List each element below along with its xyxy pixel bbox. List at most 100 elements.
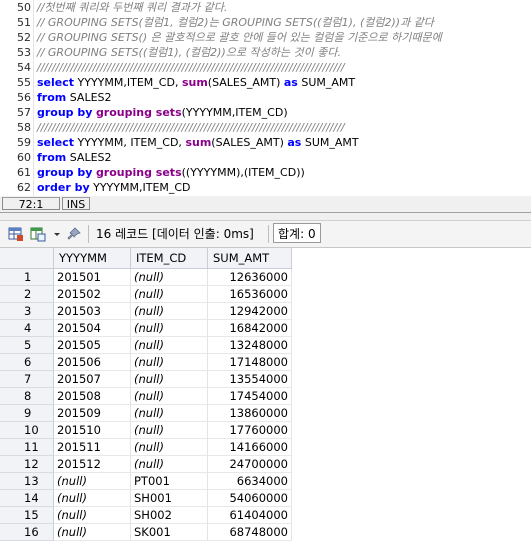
cell-item-cd[interactable]: (null) bbox=[131, 388, 208, 405]
table-row[interactable]: 7 201507 (null) 13554000 bbox=[0, 371, 300, 388]
row-number[interactable]: 13 bbox=[0, 473, 54, 490]
cell-item-cd[interactable]: (null) bbox=[131, 303, 208, 320]
cell-item-cd[interactable]: (null) bbox=[131, 269, 208, 286]
cell-yyyymm[interactable]: 201509 bbox=[54, 405, 131, 422]
cell-sum-amt[interactable]: 17454000 bbox=[208, 388, 292, 405]
row-number[interactable]: 15 bbox=[0, 507, 54, 524]
table-row[interactable]: 12 201512 (null) 24700000 bbox=[0, 456, 300, 473]
cell-yyyymm[interactable]: 201507 bbox=[54, 371, 131, 388]
cell-item-cd[interactable]: (null) bbox=[131, 371, 208, 388]
cell-yyyymm[interactable]: 201508 bbox=[54, 388, 131, 405]
code-line[interactable]: 59 select YYYYMM, ITEM_CD, sum(SALES_AMT)… bbox=[0, 135, 531, 150]
table-row[interactable]: 2 201502 (null) 16536000 bbox=[0, 286, 300, 303]
cell-sum-amt[interactable]: 24700000 bbox=[208, 456, 292, 473]
copy-grid-icon[interactable] bbox=[30, 226, 46, 242]
cell-sum-amt[interactable]: 12942000 bbox=[208, 303, 292, 320]
pane-splitter[interactable] bbox=[0, 213, 531, 221]
row-number[interactable]: 1 bbox=[0, 269, 54, 286]
row-number[interactable]: 10 bbox=[0, 422, 54, 439]
cell-yyyymm[interactable]: 201506 bbox=[54, 354, 131, 371]
cell-yyyymm[interactable]: (null) bbox=[54, 507, 131, 524]
pin-icon[interactable] bbox=[66, 226, 82, 242]
cell-yyyymm[interactable]: (null) bbox=[54, 524, 131, 541]
row-number[interactable]: 7 bbox=[0, 371, 54, 388]
row-number[interactable]: 4 bbox=[0, 320, 54, 337]
cell-sum-amt[interactable]: 13248000 bbox=[208, 337, 292, 354]
row-number[interactable]: 5 bbox=[0, 337, 54, 354]
cell-item-cd[interactable]: SH002 bbox=[131, 507, 208, 524]
cell-yyyymm[interactable]: 201501 bbox=[54, 269, 131, 286]
cell-item-cd[interactable]: SK001 bbox=[131, 524, 208, 541]
column-header-yyyymm[interactable]: YYYYMM bbox=[54, 248, 131, 269]
cell-sum-amt[interactable]: 13554000 bbox=[208, 371, 292, 388]
table-row[interactable]: 14 (null) SH001 54060000 bbox=[0, 490, 300, 507]
cell-sum-amt[interactable]: 54060000 bbox=[208, 490, 292, 507]
cell-item-cd[interactable]: (null) bbox=[131, 456, 208, 473]
export-grid-icon[interactable] bbox=[8, 226, 24, 242]
code-line[interactable]: 51 // GROUPING SETS(컬럼1, 컬럼2)는 GROUPING S… bbox=[0, 15, 531, 30]
cell-sum-amt[interactable]: 14166000 bbox=[208, 439, 292, 456]
cell-item-cd[interactable]: PT001 bbox=[131, 473, 208, 490]
cell-yyyymm[interactable]: 201512 bbox=[54, 456, 131, 473]
code-line[interactable]: 52 // GROUPING SETS() 은 괄호적으로 괄호 안에 들어 있는… bbox=[0, 30, 531, 45]
code-line[interactable]: 58 //////////////////////////////////////… bbox=[0, 120, 531, 135]
cell-sum-amt[interactable]: 16842000 bbox=[208, 320, 292, 337]
row-number[interactable]: 3 bbox=[0, 303, 54, 320]
cell-yyyymm[interactable]: 201505 bbox=[54, 337, 131, 354]
cell-yyyymm[interactable]: (null) bbox=[54, 473, 131, 490]
column-header-item-cd[interactable]: ITEM_CD bbox=[131, 248, 208, 269]
chevron-down-icon[interactable] bbox=[52, 226, 62, 242]
table-row[interactable]: 16 (null) SK001 68748000 bbox=[0, 524, 300, 541]
table-row[interactable]: 8 201508 (null) 17454000 bbox=[0, 388, 300, 405]
code-line[interactable]: 54 //////////////////////////////////////… bbox=[0, 60, 531, 75]
cell-sum-amt[interactable]: 61404000 bbox=[208, 507, 292, 524]
row-number[interactable]: 16 bbox=[0, 524, 54, 541]
cell-sum-amt[interactable]: 17760000 bbox=[208, 422, 292, 439]
table-row[interactable]: 5 201505 (null) 13248000 bbox=[0, 337, 300, 354]
cell-sum-amt[interactable]: 13860000 bbox=[208, 405, 292, 422]
table-row[interactable]: 10 201510 (null) 17760000 bbox=[0, 422, 300, 439]
cell-sum-amt[interactable]: 16536000 bbox=[208, 286, 292, 303]
row-number[interactable]: 11 bbox=[0, 439, 54, 456]
table-row[interactable]: 13 (null) PT001 6634000 bbox=[0, 473, 300, 490]
code-line[interactable]: 57 group by grouping sets(YYYYMM,ITEM_CD) bbox=[0, 105, 531, 120]
table-row[interactable]: 9 201509 (null) 13860000 bbox=[0, 405, 300, 422]
cell-item-cd[interactable]: (null) bbox=[131, 337, 208, 354]
cell-yyyymm[interactable]: 201503 bbox=[54, 303, 131, 320]
cell-item-cd[interactable]: (null) bbox=[131, 405, 208, 422]
row-number[interactable]: 12 bbox=[0, 456, 54, 473]
table-row[interactable]: 1 201501 (null) 12636000 bbox=[0, 269, 300, 286]
cell-sum-amt[interactable]: 6634000 bbox=[208, 473, 292, 490]
table-row[interactable]: 4 201504 (null) 16842000 bbox=[0, 320, 300, 337]
cell-sum-amt[interactable]: 17148000 bbox=[208, 354, 292, 371]
cell-yyyymm[interactable]: (null) bbox=[54, 490, 131, 507]
cell-yyyymm[interactable]: 201502 bbox=[54, 286, 131, 303]
code-line[interactable]: 55 select YYYYMM,ITEM_CD, sum(SALES_AMT) … bbox=[0, 75, 531, 90]
cell-item-cd[interactable]: (null) bbox=[131, 439, 208, 456]
cell-yyyymm[interactable]: 201504 bbox=[54, 320, 131, 337]
column-header-sum-amt[interactable]: SUM_AMT bbox=[208, 248, 292, 269]
cell-yyyymm[interactable]: 201510 bbox=[54, 422, 131, 439]
code-line[interactable]: 50 //첫번째 쿼리와 두번째 쿼리 결과가 같다. bbox=[0, 0, 531, 15]
sql-editor[interactable]: 50 //첫번째 쿼리와 두번째 쿼리 결과가 같다. 51 // GROUPING … bbox=[0, 0, 531, 197]
code-line[interactable]: 56 from SALES2 bbox=[0, 90, 531, 105]
cell-sum-amt[interactable]: 12636000 bbox=[208, 269, 292, 286]
result-grid[interactable]: YYYYMM ITEM_CD SUM_AMT 1 201501 (null) 1263… bbox=[0, 248, 531, 546]
row-number[interactable]: 14 bbox=[0, 490, 54, 507]
table-row[interactable]: 15 (null) SH002 61404000 bbox=[0, 507, 300, 524]
code-line[interactable]: 53 // GROUPING SETS((컬럼1), (컬럼2))으로 작성하는 … bbox=[0, 45, 531, 60]
cell-item-cd[interactable]: SH001 bbox=[131, 490, 208, 507]
cell-sum-amt[interactable]: 68748000 bbox=[208, 524, 292, 541]
code-line[interactable]: 60 from SALES2 bbox=[0, 150, 531, 165]
row-number[interactable]: 6 bbox=[0, 354, 54, 371]
row-number[interactable]: 2 bbox=[0, 286, 54, 303]
cell-item-cd[interactable]: (null) bbox=[131, 354, 208, 371]
cell-item-cd[interactable]: (null) bbox=[131, 286, 208, 303]
table-row[interactable]: 11 201511 (null) 14166000 bbox=[0, 439, 300, 456]
row-number[interactable]: 9 bbox=[0, 405, 54, 422]
cell-item-cd[interactable]: (null) bbox=[131, 422, 208, 439]
cell-yyyymm[interactable]: 201511 bbox=[54, 439, 131, 456]
table-row[interactable]: 6 201506 (null) 17148000 bbox=[0, 354, 300, 371]
row-number[interactable]: 8 bbox=[0, 388, 54, 405]
table-row[interactable]: 3 201503 (null) 12942000 bbox=[0, 303, 300, 320]
